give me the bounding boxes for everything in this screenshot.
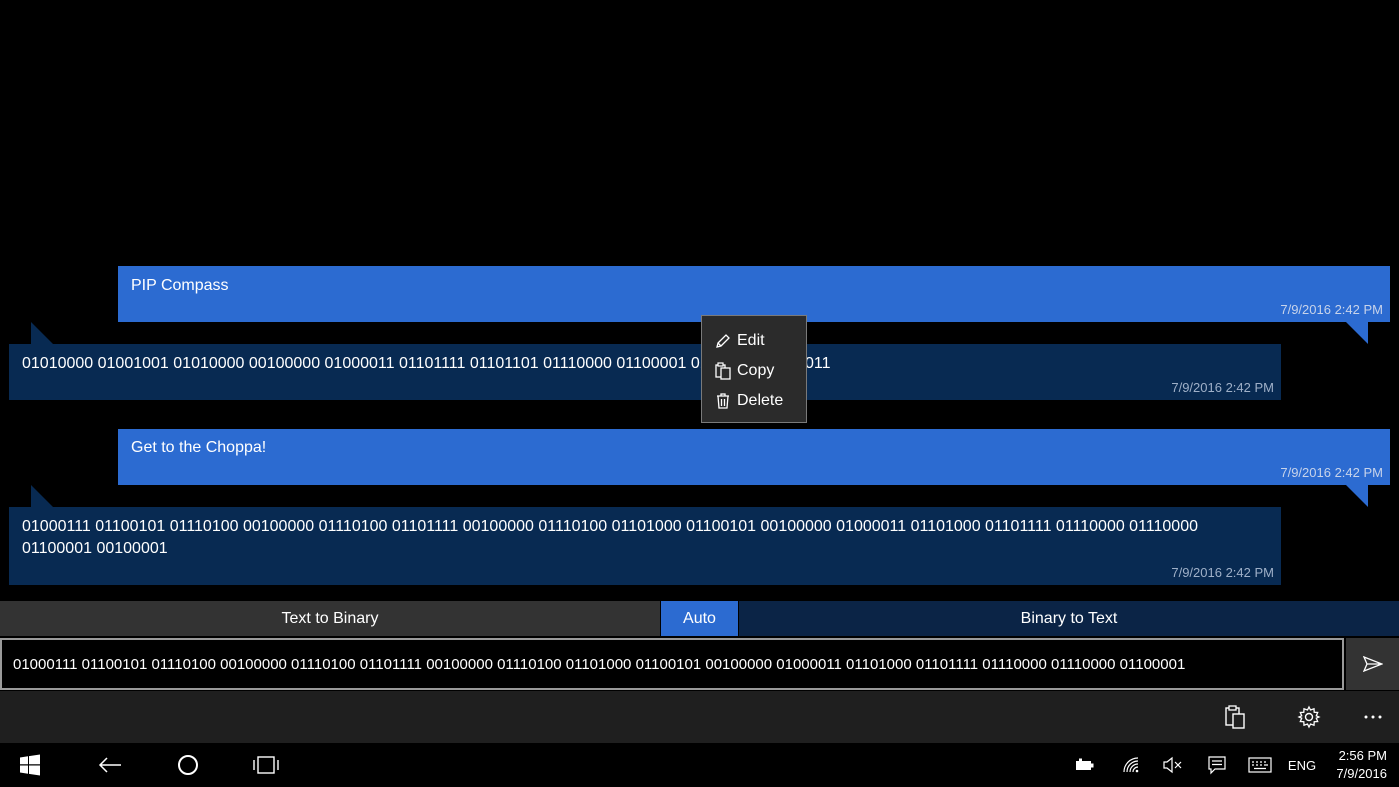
message-timestamp: 7/9/2016 2:42 PM (1280, 302, 1383, 317)
volume-muted-icon (1163, 756, 1182, 774)
command-bar (0, 691, 1399, 743)
message-timestamp: 7/9/2016 2:42 PM (1280, 465, 1383, 480)
bubble-tail (1346, 322, 1368, 344)
wifi-icon (1123, 757, 1139, 773)
text-to-binary-button[interactable]: Text to Binary (0, 601, 660, 636)
paste-button[interactable] (1221, 703, 1249, 731)
start-button[interactable] (10, 743, 50, 787)
send-icon (1362, 656, 1383, 672)
message-text: 01000111 01100101 01110100 00100000 0111… (22, 518, 1198, 557)
wifi-tray-button[interactable] (1116, 743, 1146, 787)
clipboard-icon (715, 362, 731, 380)
message-list[interactable]: PIP Compass 7/9/2016 2:42 PM 01010000 01… (0, 0, 1399, 600)
paste-icon (1225, 705, 1245, 729)
context-menu-edit[interactable]: Edit (714, 326, 765, 356)
message-text: Get to the Choppa! (131, 439, 267, 456)
task-view-icon (253, 756, 279, 774)
back-arrow-icon (98, 757, 121, 773)
settings-button[interactable] (1295, 703, 1323, 731)
sent-message[interactable]: Get to the Choppa! 7/9/2016 2:42 PM (118, 429, 1390, 507)
cortana-button[interactable] (168, 743, 208, 787)
clock-time: 2:56 PM (1338, 748, 1387, 763)
message-timestamp: 7/9/2016 2:42 PM (1171, 380, 1274, 395)
received-message[interactable]: 01000111 01100101 01110100 00100000 0111… (9, 485, 1281, 585)
settings-icon (1297, 705, 1321, 729)
touch-keyboard-button[interactable] (1244, 743, 1276, 787)
keyboard-icon (1248, 757, 1272, 773)
back-button[interactable] (90, 743, 130, 787)
bubble-tail (31, 485, 53, 507)
battery-tray-button[interactable] (1070, 743, 1100, 787)
bubble-tail (1346, 485, 1368, 507)
pencil-icon (716, 334, 730, 348)
edit-label: Edit (737, 332, 765, 349)
trash-icon (717, 393, 729, 409)
more-icon (1364, 715, 1382, 719)
message-text: PIP Compass (131, 277, 229, 294)
taskbar: ENG 2:56 PM 7/9/2016 (0, 743, 1399, 787)
more-button[interactable] (1359, 703, 1387, 731)
clock-date: 7/9/2016 (1336, 766, 1387, 781)
taskbar-clock[interactable]: 2:56 PM 7/9/2016 (1336, 747, 1387, 783)
language-indicator[interactable]: ENG (1286, 743, 1318, 787)
context-menu-delete[interactable]: Delete (714, 386, 783, 416)
bubble-tail (31, 322, 53, 344)
action-center-button[interactable] (1202, 743, 1232, 787)
cortana-circle-icon (178, 755, 198, 775)
battery-icon (1076, 758, 1094, 770)
send-button[interactable] (1346, 638, 1399, 690)
windows-icon (20, 754, 40, 776)
context-menu-copy[interactable]: Copy (714, 356, 774, 386)
conversion-mode-bar: Text to Binary Auto Binary to Text (0, 601, 1399, 636)
received-message[interactable]: 01010000 01001001 01010000 00100000 0100… (9, 322, 1281, 400)
context-menu: Edit Copy Delete (701, 315, 807, 423)
task-view-button[interactable] (246, 743, 286, 787)
delete-label: Delete (737, 392, 784, 409)
volume-tray-button[interactable] (1158, 743, 1188, 787)
notification-icon (1208, 756, 1226, 775)
auto-button[interactable]: Auto (661, 601, 738, 636)
copy-label: Copy (737, 362, 775, 379)
binary-to-text-button[interactable]: Binary to Text (739, 601, 1399, 636)
message-input[interactable]: 01000111 01100101 01110100 00100000 0111… (0, 638, 1344, 690)
message-timestamp: 7/9/2016 2:42 PM (1171, 565, 1274, 580)
sent-message[interactable]: PIP Compass 7/9/2016 2:42 PM (118, 266, 1390, 344)
